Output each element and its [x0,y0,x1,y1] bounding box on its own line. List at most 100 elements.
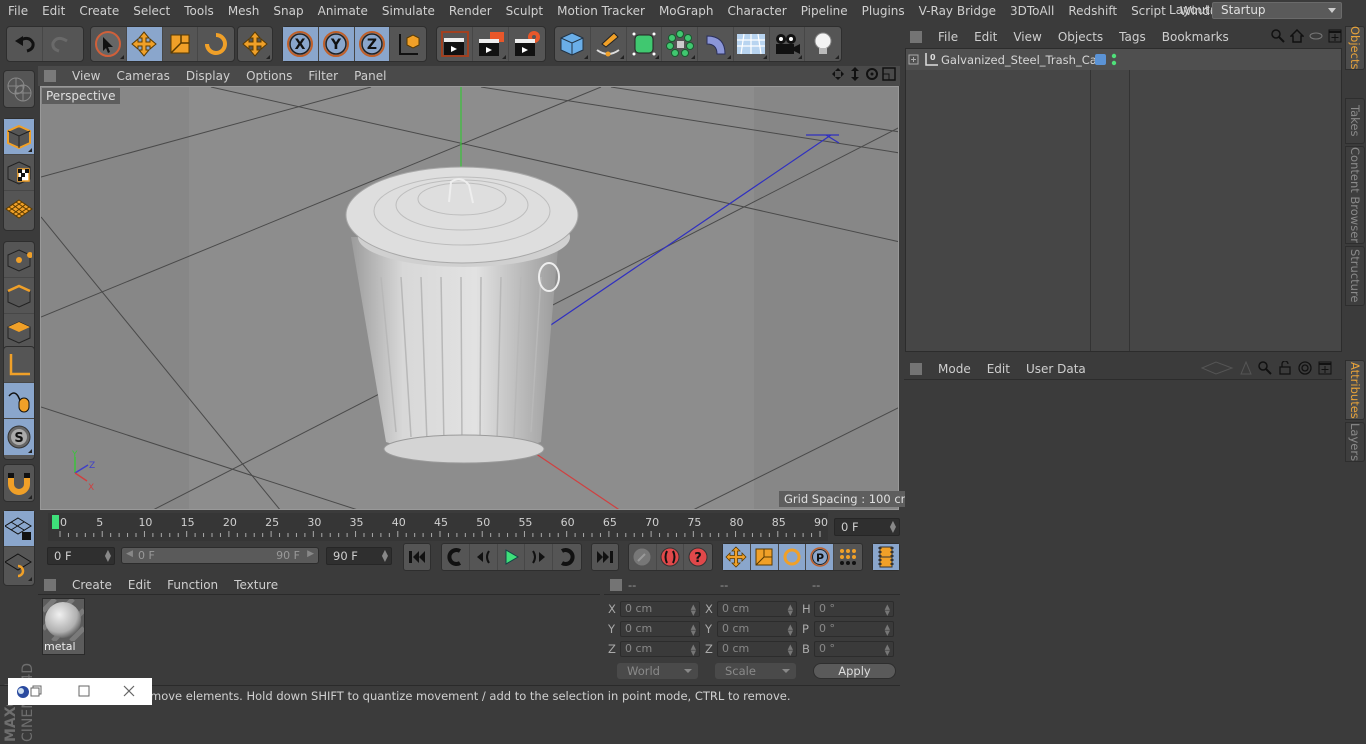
tab-structure[interactable]: Structure [1345,246,1365,306]
material-menu-edit[interactable]: Edit [120,578,159,592]
last-tool-button[interactable] [238,27,272,61]
preview-range-slider[interactable]: ◀ 0 F 90 F ▶ [121,547,319,564]
navigate-back-icon[interactable] [1200,361,1234,375]
zoom-view-icon[interactable] [849,67,862,81]
target-icon[interactable] [1298,361,1312,375]
move-button[interactable] [126,27,163,61]
model-mode-button[interactable] [4,119,34,155]
size-field[interactable]: 0 cm ▲ ▼ [717,641,797,657]
attributes-menu-user-data[interactable]: User Data [1018,362,1094,376]
floor-button[interactable] [734,27,770,61]
close-icon[interactable] [122,684,136,698]
range-right-arrow-icon[interactable]: ▶ [307,549,314,559]
panel-grip-icon[interactable] [44,70,56,82]
parameter-track-button[interactable]: P [806,544,835,570]
objects-menu-view[interactable]: View [1005,30,1049,44]
size-field[interactable]: 0 cm ▲ ▼ [717,601,797,617]
menu-v-ray-bridge[interactable]: V-Ray Bridge [912,4,1003,18]
material-menu-function[interactable]: Function [159,578,226,592]
menu-script[interactable]: Script [1124,4,1173,18]
size-field[interactable]: 0 cm ▲ ▼ [717,621,797,637]
previous-keyframe-button[interactable] [442,544,470,570]
record-active-objects-button[interactable] [629,544,657,570]
make-editable-button[interactable] [4,71,34,107]
lock-workplane-button[interactable] [4,511,34,547]
panel-grip-icon[interactable] [44,578,56,591]
apply-button[interactable]: Apply [813,663,896,679]
point-level-animation-button[interactable] [834,544,862,570]
viewport-menu-cameras[interactable]: Cameras [108,69,177,83]
polygons-mode-button[interactable] [4,314,34,350]
maximize-icon[interactable] [78,685,90,697]
z-axis-lock-button[interactable]: Z [354,27,391,61]
menu-simulate[interactable]: Simulate [375,4,442,18]
workplane-mode-button[interactable] [4,191,34,227]
next-frame-button[interactable] [525,544,554,570]
viewport-menu-filter[interactable]: Filter [300,69,346,83]
menu-plugins[interactable]: Plugins [855,4,912,18]
y-axis-lock-button[interactable]: Y [318,27,355,61]
visibility-dots-icon[interactable] [1111,53,1117,67]
3d-viewport[interactable]: Y Z X [40,86,899,510]
tab-content-browser[interactable]: Content Browser [1345,146,1365,244]
deformer-button[interactable] [698,27,734,61]
tab-layers[interactable]: Layers [1345,422,1365,462]
pen-spline-button[interactable] [591,27,627,61]
viewport-menu-options[interactable]: Options [238,69,300,83]
panel-grip-icon[interactable] [910,31,922,43]
snap-button[interactable]: S [4,419,34,455]
play-button[interactable] [498,544,526,570]
navigate-up-icon[interactable] [1240,361,1252,375]
enable-axis-button[interactable] [4,347,34,383]
position-track-button[interactable] [723,544,751,570]
menu-select[interactable]: Select [126,4,177,18]
transform-mode-dropdown[interactable]: Scale [715,663,796,679]
go-to-start-button[interactable] [404,544,430,570]
menu-animate[interactable]: Animate [311,4,375,18]
menu-character[interactable]: Character [720,4,793,18]
timeline-window-button[interactable] [873,544,899,570]
coordinate-system-button[interactable] [390,27,426,61]
menu-tools[interactable]: Tools [177,4,221,18]
redo-button[interactable] [43,27,79,61]
camera-button[interactable] [770,27,806,61]
position-field[interactable]: 0 cm ▲ ▼ [620,641,700,657]
position-field[interactable]: 0 cm ▲ ▼ [620,601,700,617]
menu-snap[interactable]: Snap [266,4,310,18]
objects-menu-edit[interactable]: Edit [966,30,1005,44]
new-panel-icon[interactable] [1328,29,1342,43]
menu-mesh[interactable]: Mesh [221,4,267,18]
menu-pipeline[interactable]: Pipeline [794,4,855,18]
menu-sculpt[interactable]: Sculpt [499,4,550,18]
position-field[interactable]: 0 cm ▲ ▼ [620,621,700,637]
objects-menu-tags[interactable]: Tags [1111,30,1154,44]
lock-icon[interactable] [1278,361,1292,375]
x-axis-lock-button[interactable]: X [283,27,319,61]
restore-icon[interactable] [30,685,42,697]
rotation-track-button[interactable] [778,544,807,570]
menu-create[interactable]: Create [72,4,126,18]
subdivision-surface-button[interactable] [627,27,663,61]
layout-dropdown[interactable]: Startup [1212,2,1342,19]
texture-mode-button[interactable] [4,155,34,191]
objects-menu-file[interactable]: File [930,30,966,44]
coordinate-space-dropdown[interactable]: World [617,663,698,679]
align-workplane-button[interactable] [4,547,34,583]
object-name[interactable]: Galvanized_Steel_Trash_Can [941,53,1104,67]
timeline-ruler[interactable]: 0 5 10 15 20 25 30 35 40 45 50 55 60 65 70 75 80 85 90 [48,513,828,541]
layer-color-swatch[interactable] [1095,54,1106,65]
menu-redshift[interactable]: Redshift [1061,4,1124,18]
points-mode-button[interactable] [4,242,34,278]
light-button[interactable] [805,27,841,61]
expand-icon[interactable] [908,54,920,66]
tweak-mode-button[interactable] [4,383,34,419]
viewport-menu-display[interactable]: Display [178,69,238,83]
attributes-menu-edit[interactable]: Edit [979,362,1018,376]
menu-mograph[interactable]: MoGraph [652,4,721,18]
live-selection-button[interactable] [91,27,127,61]
cinema4d-app-icon[interactable] [16,685,30,699]
undo-button[interactable] [7,27,43,61]
material-menu-texture[interactable]: Texture [226,578,286,592]
menu-motion-tracker[interactable]: Motion Tracker [550,4,652,18]
start-frame-field[interactable]: 0 F ▲ ▼ [47,547,115,565]
